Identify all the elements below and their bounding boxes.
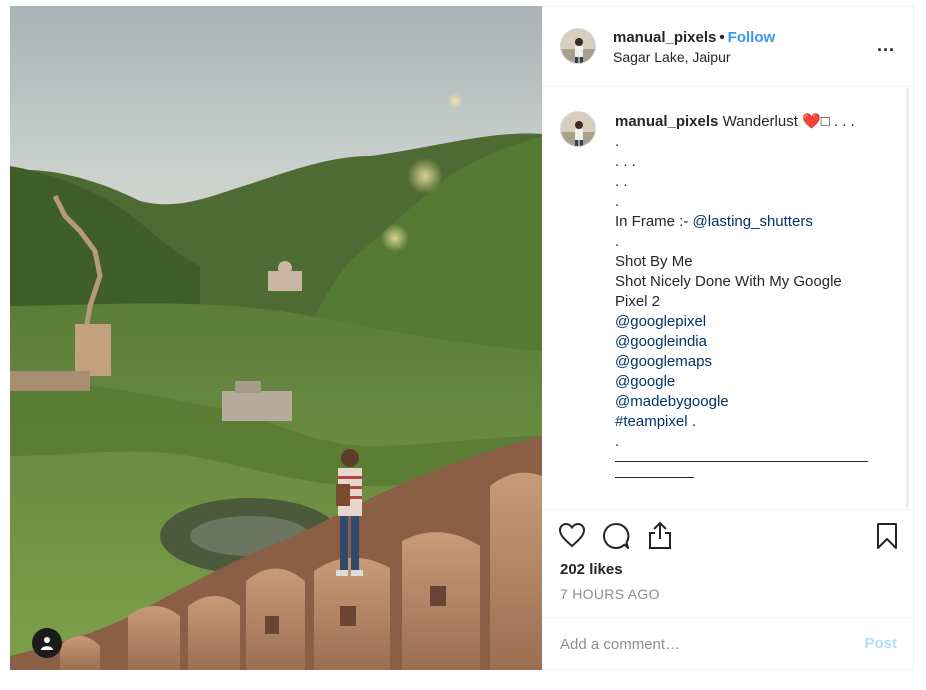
hashtag-link[interactable]: #teampixel [615,413,688,430]
mention-link[interactable]: @madebygoogle [615,392,880,412]
hashtag-suffix: . [687,413,696,430]
caption-line: . [615,233,620,250]
caption-tail: . . . [833,113,855,130]
caption-line: . . . [615,153,636,170]
avatar-image [561,112,595,146]
comment-box: Post [542,617,913,671]
caption-line: Shot Nicely Done With My Google [615,273,842,290]
caption-text: Wanderlust [722,113,798,130]
heart-emoji: ❤️ [802,113,821,130]
caption-line: . [615,133,620,150]
post-image [10,6,542,670]
post-location[interactable]: Sagar Lake, Jaipur [613,49,731,65]
avatar-image [561,29,595,63]
post-timestamp[interactable]: 7 HOURS AGO [560,586,660,602]
in-frame-label: In Frame :- [615,213,689,230]
comment-bubble-icon[interactable] [602,522,630,555]
heart-icon[interactable] [558,522,586,553]
caption-scrollbar[interactable] [906,88,909,508]
person-icon [41,637,53,650]
caption-area[interactable]: manual_pixels Wanderlust ❤️□ . . . . . .… [542,88,913,508]
more-dots-icon[interactable]: ... [877,35,895,56]
mention-link[interactable]: @googleindia [615,332,880,352]
box-glyph: □ [820,113,830,130]
caption-line: . . [615,173,628,190]
caption-avatar[interactable] [560,111,596,147]
post-header: manual_pixels • Follow Sagar Lake, Jaipur … [542,7,913,87]
mention-link[interactable]: @google [615,372,880,392]
tagged-users-button[interactable] [32,628,62,658]
mention-link[interactable]: @lasting_shutters [693,213,813,230]
comment-input[interactable] [560,632,840,656]
caption-line: Shot By Me [615,253,693,270]
caption-line: Pixel 2 [615,293,661,310]
bookmark-icon[interactable] [875,522,899,555]
mention-link[interactable]: @googlemaps [615,352,880,372]
share-icon[interactable] [646,520,674,555]
follow-button[interactable]: Follow [728,29,776,46]
likes-count[interactable]: 202 likes [560,561,623,578]
mention-link[interactable]: @googlepixel [615,312,880,332]
post-actions: 202 likes 7 HOURS AGO [542,509,913,617]
post-side-panel: manual_pixels • Follow Sagar Lake, Jaipur … [542,6,914,670]
post-photo[interactable] [10,6,542,670]
caption-username[interactable]: manual_pixels [615,113,718,130]
avatar[interactable] [560,28,596,64]
post-comment-button[interactable]: Post [864,635,897,652]
post-caption: manual_pixels Wanderlust ❤️□ . . . . . .… [615,112,880,484]
caption-line: . [615,193,620,210]
caption-underline [615,452,868,462]
caption-line: . [615,433,620,450]
caption-underline [615,468,694,478]
header-separator: • [719,29,725,46]
header-username[interactable]: manual_pixels [613,29,716,46]
